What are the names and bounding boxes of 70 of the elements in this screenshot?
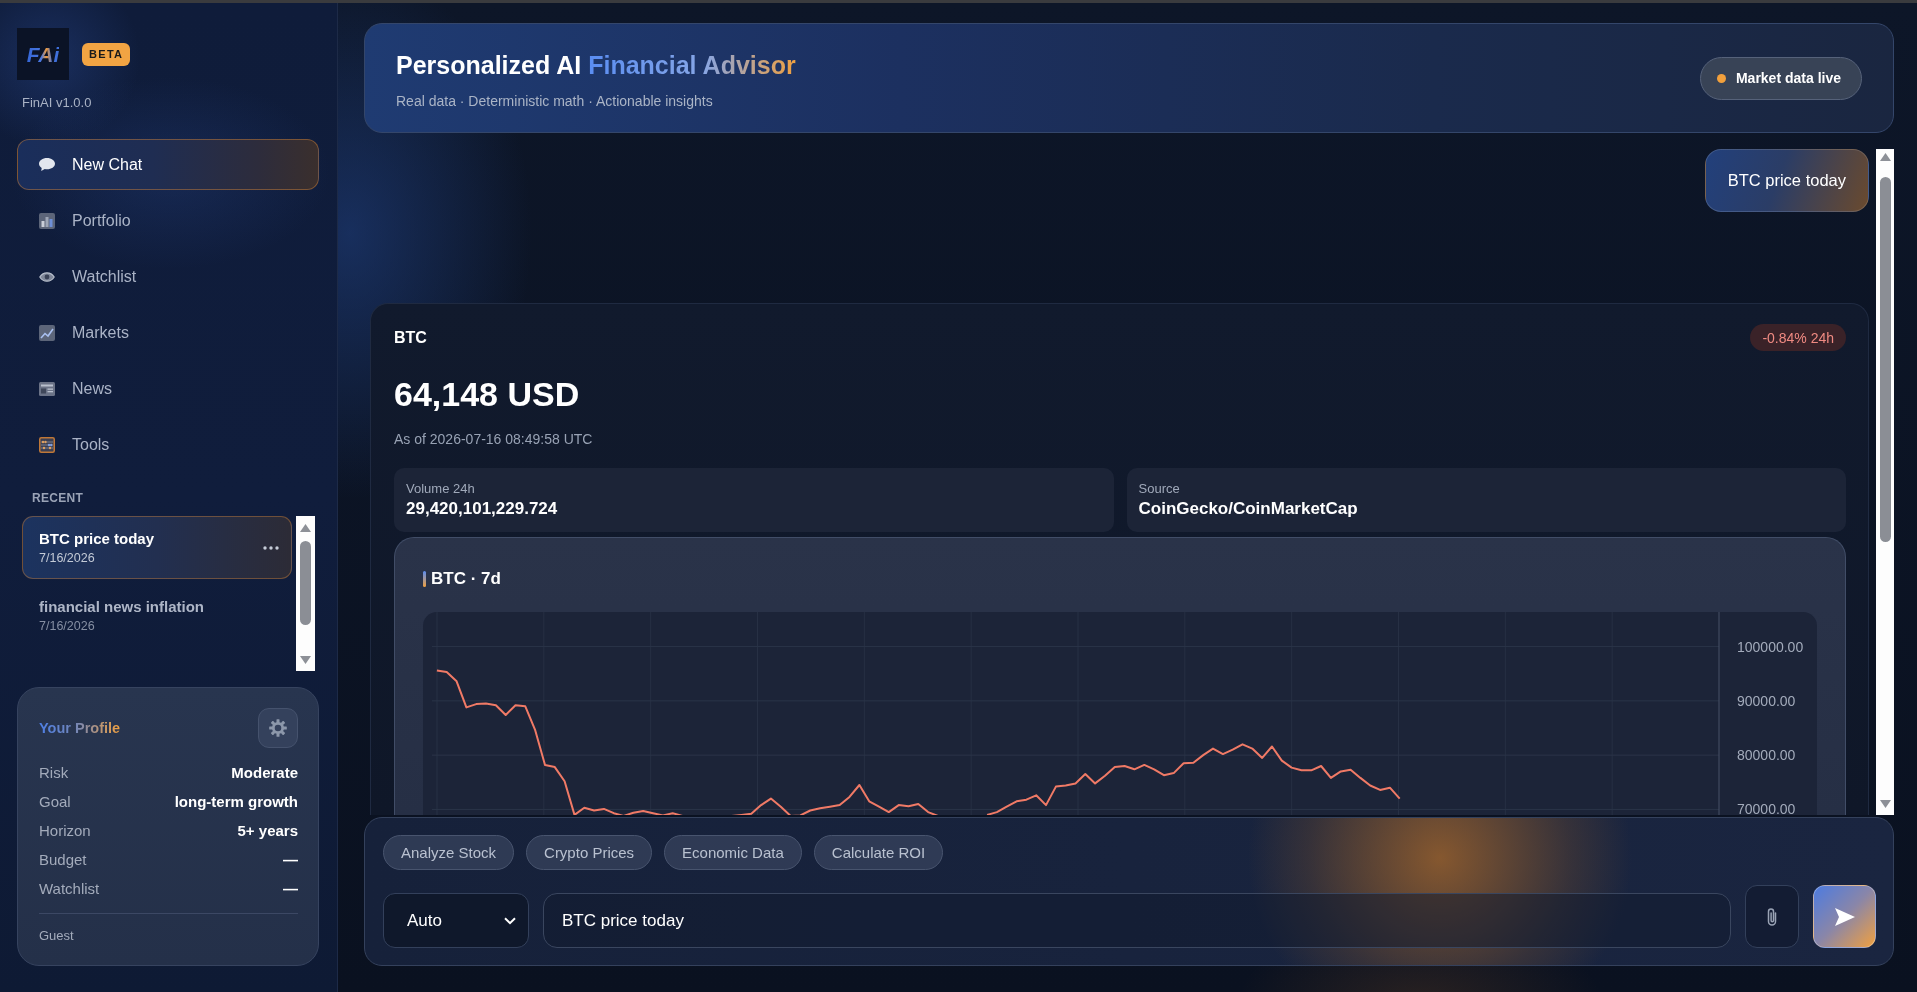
message-input[interactable]: BTC price today (543, 893, 1731, 948)
quick-action-button[interactable]: Calculate ROI (813, 835, 944, 870)
scrollbar[interactable] (1876, 149, 1894, 815)
chevron-down-icon (504, 916, 516, 925)
speech-bubble-icon (39, 158, 55, 171)
send-icon (1834, 907, 1855, 926)
y-axis-label: 100000.00 (1737, 638, 1804, 655)
line-chart-icon (39, 324, 55, 341)
section-heading: RECENT (31, 491, 84, 505)
recent-chat-item[interactable]: BTC price today 7/16/2026 (22, 516, 292, 579)
user-name: Guest (39, 928, 74, 944)
accent-bar-icon (423, 571, 426, 587)
settings-icon (269, 719, 287, 737)
profile-label: Watchlist (39, 880, 100, 897)
profile-value: 5+ years (237, 822, 298, 839)
profile-label: Goal (39, 793, 71, 810)
attach-button[interactable] (1745, 885, 1799, 948)
nav-item[interactable]: Portfolio (17, 195, 319, 246)
scroll-up-icon[interactable] (300, 524, 311, 532)
paperclip-icon (1765, 906, 1779, 927)
change-pill: -0.84% 24h (1750, 324, 1846, 351)
bar-chart-icon (39, 212, 55, 229)
profile-label: Budget (39, 851, 87, 868)
settings-button[interactable] (258, 708, 298, 748)
nav-item[interactable]: Tools (17, 419, 319, 470)
profile-label: Horizon (39, 822, 91, 839)
quick-action-button[interactable]: Crypto Prices (526, 835, 653, 870)
more-icon[interactable] (263, 545, 279, 550)
profile-value: long-term growth (174, 793, 298, 810)
nav-item[interactable]: New Chat (17, 139, 319, 190)
app-title: Personalized AI Financial Advisor (396, 50, 796, 80)
newspaper-icon (39, 381, 55, 396)
stat-value: 29,420,101,229.724 (406, 499, 558, 519)
eye-icon (39, 271, 55, 282)
scrollbar[interactable] (296, 516, 315, 671)
scroll-down-icon[interactable] (1879, 800, 1891, 808)
nav-item[interactable]: Watchlist (17, 251, 319, 302)
profile-title: Your Profile (39, 720, 121, 736)
stat-value: CoinGecko/CoinMarketCap (1138, 499, 1358, 519)
profile-label: Risk (39, 764, 69, 781)
recent-chat-item[interactable]: financial news inflation 7/16/2026 (22, 584, 292, 647)
version-label: FinAI v1.0.0 (21, 95, 92, 111)
scrollbar-thumb[interactable] (300, 541, 311, 625)
stat-label: Volume 24h (406, 481, 475, 497)
y-axis-label: 90000.00 (1737, 692, 1796, 709)
scrollbar-thumb[interactable] (1879, 177, 1891, 542)
status-label: Market data live (1735, 70, 1841, 86)
profile-value: — (283, 880, 298, 897)
profile-value: — (283, 851, 298, 868)
stat-label: Source (1138, 481, 1180, 497)
release-badge: BETA (82, 42, 131, 66)
logo: FAi (17, 28, 69, 80)
user-message: BTC price today (1704, 149, 1869, 212)
quick-action-button[interactable]: Analyze Stock (383, 835, 515, 870)
price-value: 64,148 USD (394, 374, 580, 414)
app-subtitle: Real data · Deterministic math · Actionable insights (396, 92, 714, 110)
quick-action-button[interactable]: Economic Data (664, 835, 802, 870)
y-axis-label: 70000.00 (1737, 801, 1796, 815)
abacus-icon (39, 436, 55, 453)
profile-value: Moderate (231, 764, 298, 781)
mode-select[interactable]: Auto (383, 893, 529, 948)
chart-title: BTC · 7d (431, 569, 501, 589)
symbol-label: BTC (394, 328, 427, 347)
nav-item[interactable]: Markets (17, 307, 319, 358)
scroll-up-icon[interactable] (1879, 153, 1891, 161)
scroll-down-icon[interactable] (300, 656, 311, 664)
y-axis-label: 80000.00 (1737, 747, 1796, 764)
send-button[interactable] (1813, 885, 1876, 948)
nav-item[interactable]: News (17, 363, 319, 414)
timestamp-label: As of 2026-07-16 08:49:58 UTC (394, 430, 593, 448)
